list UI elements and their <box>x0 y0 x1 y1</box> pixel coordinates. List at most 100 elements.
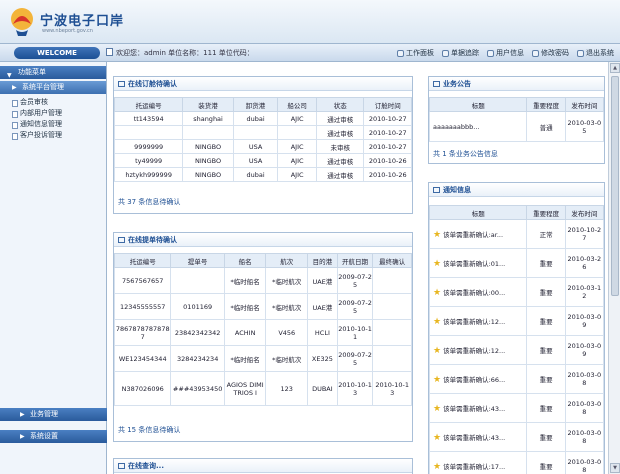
table-row[interactable]: ★ 该单需重新确认:ar... 正常 2010-10-27 <box>428 219 605 249</box>
table-row[interactable]: WE123454344 3284234234 *临时船名 *临时航次 XE325 2009… <box>113 345 412 372</box>
sidebar-section-platform[interactable]: ▶ 系统平台管理 <box>0 81 106 94</box>
cell: 2010-03-26 <box>564 248 605 278</box>
cell: V456 <box>265 319 309 346</box>
table-row[interactable]: aaaaaaabbb... 普通 2010-03-05 <box>428 111 605 142</box>
table-row[interactable]: ★ 该单需重新确认:01... 重要 2010-03-26 <box>428 248 605 278</box>
tracking-icon <box>442 49 449 57</box>
info-title[interactable]: 该单需重新确认:12... <box>443 347 505 355</box>
sidebar-item-notice-manage[interactable]: 通知信息管理 <box>0 119 106 130</box>
cell: 重要 <box>526 364 566 394</box>
cell <box>277 125 317 140</box>
cell: 2010-10-27 <box>363 111 412 126</box>
column-header: 状态 <box>315 97 365 112</box>
order-panel-footer[interactable]: 共 37 条信息待确认 <box>118 197 180 207</box>
vertical-scrollbar[interactable]: ▲ ▼ <box>608 62 620 474</box>
table-row[interactable]: 通过审核 2010-10-27 <box>113 125 412 140</box>
order-panel-title-text[interactable]: 在线订舱待确认 <box>128 80 177 88</box>
sidebar-section-business[interactable]: ▶ 业务管理 <box>0 408 107 421</box>
info-panel-title-text[interactable]: 通知信息 <box>443 186 471 194</box>
info-title[interactable]: 该单需重新确认:12... <box>443 318 505 326</box>
cell <box>182 125 234 140</box>
sidebar-item-member-review[interactable]: 会员审核 <box>0 97 106 108</box>
cell: 9999999 <box>113 139 184 154</box>
cell: 2010-10-26 <box>363 153 412 168</box>
link-logout[interactable]: 退出系统 <box>577 48 614 58</box>
table-row[interactable]: ty49999 NINGBO USA AJIC 通过审核 2010-10-26 <box>113 153 412 168</box>
cell: 通过审核 <box>315 111 365 126</box>
column-header: 发布时间 <box>564 97 605 112</box>
link-work-panel[interactable]: 工作面板 <box>397 48 434 58</box>
notice-panel-title-text[interactable]: 业务公告 <box>443 80 471 88</box>
info-title[interactable]: 该单需重新确认:43... <box>443 405 505 413</box>
info-title[interactable]: 该单需重新确认:ar... <box>443 231 503 239</box>
cell: WE123454344 <box>113 345 172 372</box>
table-row[interactable]: 78678787878787 23842342342 ACHIN V456 HCLI 20… <box>113 319 412 346</box>
table-header-row: 标题 重要程度 发布时间 <box>428 205 605 220</box>
star-icon: ★ <box>433 287 442 298</box>
link-label: 工作面板 <box>406 49 434 57</box>
cell: *临时船名 <box>223 293 267 320</box>
cell: 2010-10-27 <box>564 219 605 249</box>
link-label: 单据追踪 <box>451 49 479 57</box>
table-row[interactable]: 9999999 NINGBO USA AJIC 未审核 2010-10-27 <box>113 139 412 154</box>
link-order-tracking[interactable]: 单据追踪 <box>442 48 479 58</box>
column-header: 船名 <box>223 253 267 268</box>
link-user-info[interactable]: 用户信息 <box>487 48 524 58</box>
table-row[interactable]: ★ 该单需重新确认:12... 重要 2010-03-09 <box>428 335 605 365</box>
scroll-down-arrow-icon[interactable]: ▼ <box>610 463 620 473</box>
cell: *临时航次 <box>265 267 309 294</box>
sidebar-section-label: 系统设置 <box>30 432 58 440</box>
info-title[interactable]: 该单需重新确认:17... <box>443 463 505 471</box>
info-title[interactable]: 该单需重新确认:66... <box>443 376 505 384</box>
table-row[interactable]: ★ 该单需重新确认:43... 重要 2010-03-08 <box>428 422 605 452</box>
sidebar-item-complaints[interactable]: 客户投诉管理 <box>0 130 106 141</box>
table-row[interactable]: ★ 该单需重新确认:17... 重要 2010-03-08 <box>428 451 605 474</box>
cell: USA <box>232 139 279 154</box>
notice-panel-footer[interactable]: 共 1 条业务公告信息 <box>433 149 498 159</box>
cell: ###43953450 <box>170 371 225 406</box>
table-row[interactable]: 12345555557 0101169 *临时船名 *临时航次 UAE港 2009-07-… <box>113 293 412 320</box>
table-row[interactable]: hztykh999999 NINGBO dubai AJIC 通过审核 2010-10-2… <box>113 167 412 182</box>
logo-title: 宁波电子口岸 <box>40 14 125 29</box>
table-row[interactable]: N387026096 ###43953450 AGIOS DIMITRIOS I 12… <box>113 371 412 406</box>
scrollbar-thumb[interactable] <box>611 76 619 296</box>
panel-icon <box>397 49 404 57</box>
table-row[interactable]: ★ 该单需重新确认:66... 重要 2010-03-08 <box>428 364 605 394</box>
welcome-text: 欢迎您：admin 单位名称：111 单位代码： <box>106 48 254 58</box>
cell: XE325 <box>307 345 338 372</box>
table-row[interactable]: ★ 该单需重新确认:00... 重要 2010-03-12 <box>428 277 605 307</box>
sidebar-section-label: 系统平台管理 <box>22 83 64 91</box>
cell: 重要 <box>526 335 566 365</box>
cell: 2009-07-25 <box>336 345 374 372</box>
column-header: 最终确认 <box>372 253 412 268</box>
info-title[interactable]: 该单需重新确认:43... <box>443 434 505 442</box>
table-row[interactable]: tt143594 shanghai dubai AJIC 通过审核 2010-10-27 <box>113 111 412 126</box>
cell: 23842342342 <box>170 319 225 346</box>
bill-panel-title-text[interactable]: 在线提单待确认 <box>128 236 177 244</box>
query-panel-title-text[interactable]: 在线查询... <box>128 462 164 470</box>
link-change-password[interactable]: 修改密码 <box>532 48 569 58</box>
cell: 12345555557 <box>113 293 172 320</box>
sidebar-header[interactable]: ▼ 功能菜单 <box>0 66 106 79</box>
logo[interactable]: 宁波电子口岸 www.nbeport.gov.cn <box>8 4 128 40</box>
cell: 普通 <box>526 111 566 142</box>
logo-subtitle: www.nbeport.gov.cn <box>42 28 93 34</box>
cell: 重要 <box>526 306 566 336</box>
cell: ty49999 <box>113 153 184 168</box>
cell <box>113 125 184 140</box>
sidebar-section-settings[interactable]: ▶ 系统设置 <box>0 430 107 443</box>
table-row[interactable]: ★ 该单需重新确认:12... 重要 2010-03-09 <box>428 306 605 336</box>
table-row[interactable]: ★ 该单需重新确认:43... 重要 2010-03-08 <box>428 393 605 423</box>
column-header: 航次 <box>265 253 309 268</box>
bill-panel-footer[interactable]: 共 15 条信息待确认 <box>118 425 180 435</box>
cell: 通过审核 <box>315 153 365 168</box>
star-icon: ★ <box>433 229 442 240</box>
table-row[interactable]: 7567567657 *临时船名 *临时航次 UAE港 2009-07-25 <box>113 267 412 294</box>
cell: N387026096 <box>113 371 172 406</box>
info-title[interactable]: 该单需重新确认:01... <box>443 260 505 268</box>
star-icon: ★ <box>433 432 442 443</box>
column-header: 卸货港 <box>232 97 279 112</box>
sidebar-item-internal-users[interactable]: 内部用户管理 <box>0 108 106 119</box>
scroll-up-arrow-icon[interactable]: ▲ <box>610 63 620 73</box>
info-title[interactable]: 该单需重新确认:00... <box>443 289 505 297</box>
